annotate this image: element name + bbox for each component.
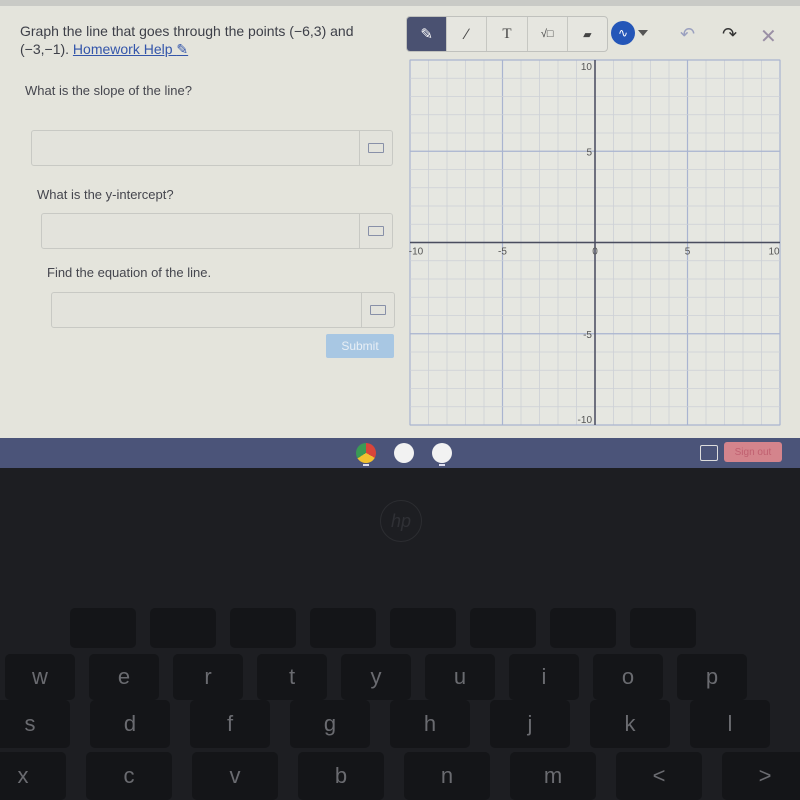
x-tick-label: 5 <box>685 247 691 258</box>
key-o[interactable]: o <box>593 654 663 700</box>
key-t[interactable]: t <box>257 654 327 700</box>
keyboard-icon <box>370 305 386 315</box>
key-k[interactable]: k <box>590 700 670 748</box>
key-n[interactable]: n <box>404 752 490 800</box>
undo-button[interactable]: ↶ <box>680 24 695 45</box>
key-f[interactable]: f <box>190 700 270 748</box>
keyboard-button[interactable] <box>361 293 394 327</box>
pencil-tool-button[interactable]: ✎ <box>407 17 448 51</box>
key-e[interactable]: e <box>89 654 159 700</box>
key-6[interactable] <box>310 608 376 648</box>
key-left[interactable]: < <box>616 752 702 800</box>
key-5[interactable] <box>230 608 296 648</box>
y-tick-label: 5 <box>586 147 592 158</box>
key-i[interactable]: i <box>509 654 579 700</box>
key-d[interactable]: d <box>90 700 170 748</box>
key-8[interactable] <box>470 608 536 648</box>
squiggle-icon: ∿ <box>617 26 629 40</box>
homework-help-label: Homework Help <box>72 41 173 57</box>
key-p[interactable]: p <box>677 654 747 700</box>
equation-input[interactable] <box>51 292 395 328</box>
key-right[interactable]: > <box>722 752 800 800</box>
key-9[interactable] <box>550 608 616 648</box>
key-3[interactable] <box>70 608 136 648</box>
math-tool-button[interactable]: √□ <box>528 17 568 51</box>
key-w[interactable]: w <box>5 654 75 700</box>
slope-input[interactable] <box>31 130 393 166</box>
eraser-tool-button[interactable]: ▰ <box>568 17 607 51</box>
close-button[interactable]: ✕ <box>760 24 777 49</box>
y-intercept-label: What is the y-intercept? <box>37 187 174 202</box>
pencil-icon: ✎ <box>420 26 433 43</box>
key-c[interactable]: c <box>86 752 172 800</box>
sqrt-icon: √□ <box>540 28 554 40</box>
equation-label: Find the equation of the line. <box>47 265 212 280</box>
redo-button[interactable]: ↷ <box>722 24 737 45</box>
question-text: Graph the line that goes through the poi… <box>20 22 390 58</box>
line-tool-button[interactable]: ∕ <box>447 17 488 51</box>
x-tick-label: -5 <box>498 247 507 258</box>
key-g[interactable]: g <box>290 700 370 748</box>
key-7[interactable] <box>390 608 456 648</box>
keyboard-button[interactable] <box>359 131 392 165</box>
keyboard-button[interactable] <box>359 214 392 248</box>
top-bar <box>0 0 800 6</box>
x-tick-label: 10 <box>768 247 780 258</box>
running-indicator <box>439 464 445 466</box>
key-b[interactable]: b <box>298 752 384 800</box>
hp-logo: hp <box>380 500 422 542</box>
key-v[interactable]: v <box>192 752 278 800</box>
x-tick-label: 0 <box>592 247 598 258</box>
key-r[interactable]: r <box>173 654 243 700</box>
key-4[interactable] <box>150 608 216 648</box>
y-tick-label: -5 <box>583 330 592 341</box>
color-picker-button[interactable]: ∿ <box>611 21 635 45</box>
key-u[interactable]: u <box>425 654 495 700</box>
key-m[interactable]: m <box>510 752 596 800</box>
drawing-toolbar: ✎ ∕ T √□ ▰ <box>406 16 608 52</box>
x-tick-label: -10 <box>409 247 424 258</box>
key-x[interactable]: x <box>0 752 66 800</box>
eraser-icon: ▰ <box>583 28 592 41</box>
y-tick-label: -10 <box>578 415 593 426</box>
homework-help-link[interactable]: Homework Help ✎ <box>73 41 188 57</box>
sign-out-button[interactable]: Sign out <box>724 442 782 462</box>
browser-screen: Graph the line that goes through the poi… <box>0 0 800 438</box>
key-y[interactable]: y <box>341 654 411 700</box>
coordinate-graph[interactable]: -10 -5 0 5 10 10 5 -5 -10 <box>405 55 785 435</box>
submit-button[interactable]: Submit <box>326 334 394 358</box>
laptop-keyboard: hp w e r t y u i o p s d f g h j k l x c v b n m < > <box>0 468 800 800</box>
text-tool-button[interactable]: T <box>487 17 528 51</box>
pencil-icon: ✎ <box>176 41 189 57</box>
drive-app-icon[interactable] <box>394 443 414 463</box>
y-tick-label: 10 <box>581 62 593 73</box>
slope-label: What is the slope of the line? <box>25 83 192 98</box>
keyboard-icon <box>368 226 384 236</box>
keyboard-icon <box>368 143 384 153</box>
overview-icon[interactable] <box>700 445 718 461</box>
key-l[interactable]: l <box>690 700 770 748</box>
key-j[interactable]: j <box>490 700 570 748</box>
chevron-down-icon[interactable] <box>638 30 648 36</box>
key-s[interactable]: s <box>0 700 70 748</box>
chrome-app-icon[interactable] <box>356 443 376 463</box>
gmail-app-icon[interactable] <box>432 443 452 463</box>
text-icon: T <box>502 25 512 42</box>
y-intercept-input[interactable] <box>41 213 393 249</box>
key-0[interactable] <box>630 608 696 648</box>
key-h[interactable]: h <box>390 700 470 748</box>
line-icon: ∕ <box>465 25 469 43</box>
running-indicator <box>363 464 369 466</box>
